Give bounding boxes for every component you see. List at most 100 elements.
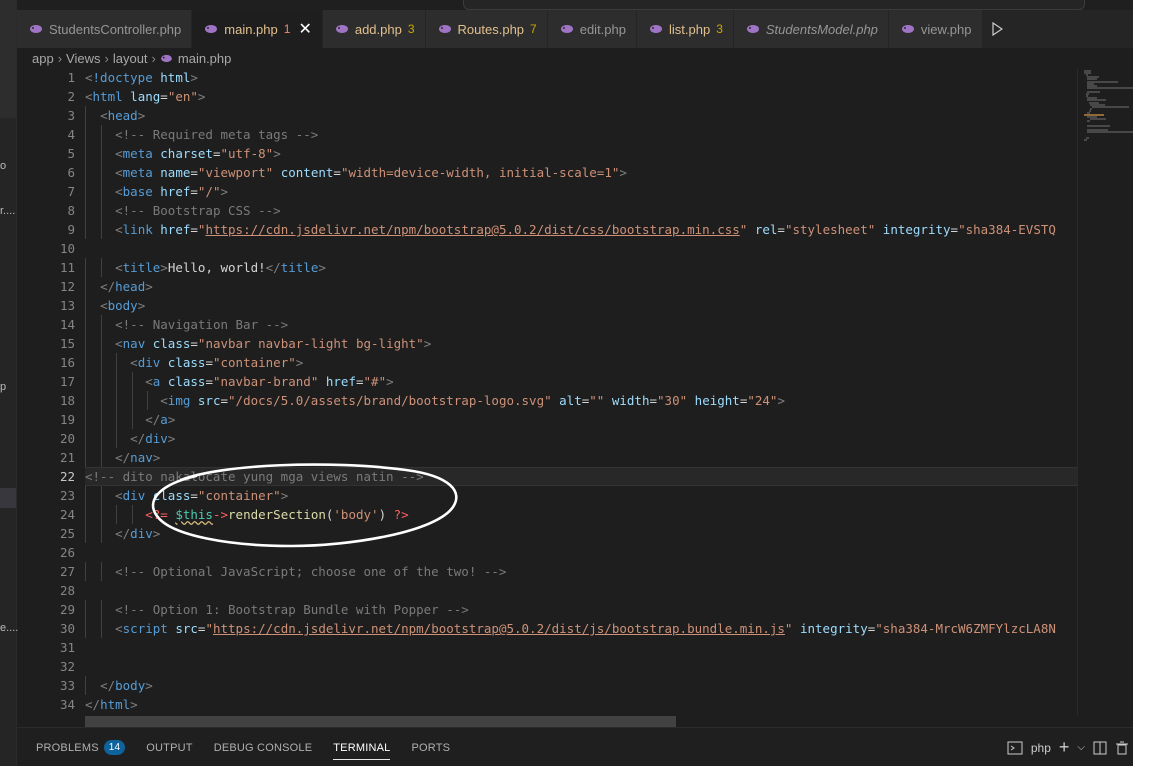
panel-tab[interactable]: PROBLEMS 14 [36, 728, 126, 766]
line-number: 16 [59, 355, 75, 370]
horizontal-scrollbar[interactable] [85, 716, 676, 727]
breadcrumb-item[interactable]: Views [66, 51, 100, 66]
code-line[interactable]: <title>Hello, world!</title> [85, 258, 1077, 277]
line-number: 10 [59, 241, 75, 256]
code-area[interactable]: <!doctype html> <html lang="en"> <head> <… [85, 68, 1077, 714]
sidebar-fragment[interactable]: p [0, 381, 6, 393]
indent-guide [100, 258, 102, 277]
close-icon[interactable]: ✕ [298, 19, 311, 39]
editor-tab[interactable]: add.php 3 [322, 10, 426, 48]
sidebar-fragment[interactable]: o [0, 160, 6, 172]
line-number: 24 [59, 507, 75, 522]
editor-tab[interactable]: StudentsController.php [17, 10, 193, 48]
split-editor-icon[interactable] [1093, 741, 1107, 755]
code-line[interactable]: <!-- Bootstrap CSS --> [85, 201, 1077, 220]
code-editor[interactable]: 1 2 3 4 5 6 7 8 9 10 11 12 13 14 15 16 17 18 19 20 21 22 23 24 2… [17, 68, 1077, 716]
code-line[interactable]: </html> [85, 695, 1077, 714]
code-token: > [220, 184, 229, 199]
indent-guide [85, 372, 86, 391]
command-center[interactable] [463, 0, 1085, 10]
panel-tab[interactable]: DEBUG CONSOLE [214, 728, 313, 766]
code-line[interactable]: <a class="navbar-brand" href="#"> [85, 372, 1077, 391]
chevron-right-icon: › [151, 50, 156, 66]
code-line[interactable]: <!-- dito nakalocate yung mga views nati… [85, 467, 1077, 486]
indent-guide [85, 429, 86, 448]
title-bar [17, 0, 1133, 10]
code-line[interactable] [85, 543, 1077, 562]
editor-tab[interactable]: main.php 1 ✕ [192, 10, 323, 48]
sidebar-selected-row[interactable] [0, 488, 16, 508]
run-icon[interactable] [982, 10, 1012, 48]
code-line[interactable]: <link href="https://cdn.jsdelivr.net/npm… [85, 220, 1077, 239]
indent-guide [116, 391, 117, 410]
editor-tab[interactable]: list.php 3 [636, 10, 734, 48]
minimap[interactable] [1077, 68, 1135, 716]
panel-tab[interactable]: OUTPUT [146, 728, 192, 766]
trash-icon[interactable] [1115, 741, 1129, 755]
code-line[interactable]: </body> [85, 676, 1077, 695]
code-token: > [130, 697, 138, 712]
code-token: "en" [167, 89, 198, 104]
line-number: 6 [67, 165, 75, 180]
terminal-dropdown-button[interactable]: ⌵ [1077, 742, 1085, 753]
code-token: " [205, 621, 213, 636]
indent-guide [131, 505, 133, 524]
code-line[interactable]: </div> [85, 429, 1077, 448]
new-terminal-button[interactable]: + [1059, 737, 1070, 758]
terminal-name[interactable]: php [1031, 741, 1051, 755]
code-token: title [122, 260, 161, 275]
editor-tab[interactable]: Routes.php 7 [425, 10, 548, 48]
indent-guide [85, 163, 86, 182]
line-number: 2 [67, 89, 75, 104]
code-line[interactable] [85, 638, 1077, 657]
code-token: "24" [747, 393, 778, 408]
code-line[interactable]: </head> [85, 277, 1077, 296]
panel-tab[interactable]: PORTS [411, 728, 450, 766]
indent-guide [100, 163, 102, 182]
line-number: 28 [59, 583, 75, 598]
code-line[interactable]: <div class="container"> [85, 486, 1077, 505]
code-line[interactable]: </div> [85, 524, 1077, 543]
code-line[interactable]: <base href="/"> [85, 182, 1077, 201]
editor-tab[interactable]: view.php [888, 10, 983, 48]
breadcrumb-item[interactable]: main.php [178, 51, 231, 66]
indent-guide [100, 391, 102, 410]
breadcrumb-item[interactable]: app [32, 51, 54, 66]
code-line[interactable]: <!-- Navigation Bar --> [85, 315, 1077, 334]
code-line[interactable]: <!-- Optional JavaScript; choose one of … [85, 562, 1077, 581]
code-line[interactable]: <head> [85, 106, 1077, 125]
sidebar-fragment[interactable]: r.... [0, 205, 15, 217]
code-line[interactable]: <meta charset="utf-8"> [85, 144, 1077, 163]
panel-tab[interactable]: TERMINAL [333, 728, 391, 766]
code-token: < [160, 393, 168, 408]
breadcrumb-item[interactable]: layout [113, 51, 148, 66]
panel-tab-label: PROBLEMS [36, 741, 99, 754]
code-line[interactable] [85, 581, 1077, 600]
code-line[interactable]: <body> [85, 296, 1077, 315]
indent-guide [100, 448, 102, 467]
code-line[interactable]: <html lang="en"> [85, 87, 1077, 106]
code-line[interactable]: <!doctype html> [85, 68, 1077, 87]
indent-guide [85, 334, 86, 353]
code-line[interactable]: </a> [85, 410, 1077, 429]
code-line[interactable] [85, 657, 1077, 676]
code-line[interactable]: <!-- Option 1: Bootstrap Bundle with Pop… [85, 600, 1077, 619]
code-line[interactable]: <!-- Required meta tags --> [85, 125, 1077, 144]
code-line[interactable]: <script src="https://cdn.jsdelivr.net/np… [85, 619, 1077, 638]
sidebar-fragment[interactable]: e.... [0, 622, 18, 634]
code-line[interactable]: <img src="/docs/5.0/assets/brand/bootstr… [85, 391, 1077, 410]
code-line[interactable]: <?= $this->renderSection('body') ?> [85, 505, 1077, 524]
editor-tab[interactable]: edit.php [547, 10, 637, 48]
code-line[interactable] [85, 239, 1077, 258]
code-line[interactable]: <nav class="navbar navbar-light bg-light… [85, 334, 1077, 353]
code-line[interactable]: </nav> [85, 448, 1077, 467]
editor-tab[interactable]: StudentsModel.php [733, 10, 889, 48]
code-line[interactable]: <div class="container"> [85, 353, 1077, 372]
code-line[interactable]: <meta name="viewport" content="width=dev… [85, 163, 1077, 182]
code-token: </ [100, 279, 116, 294]
line-number: 5 [67, 146, 75, 161]
